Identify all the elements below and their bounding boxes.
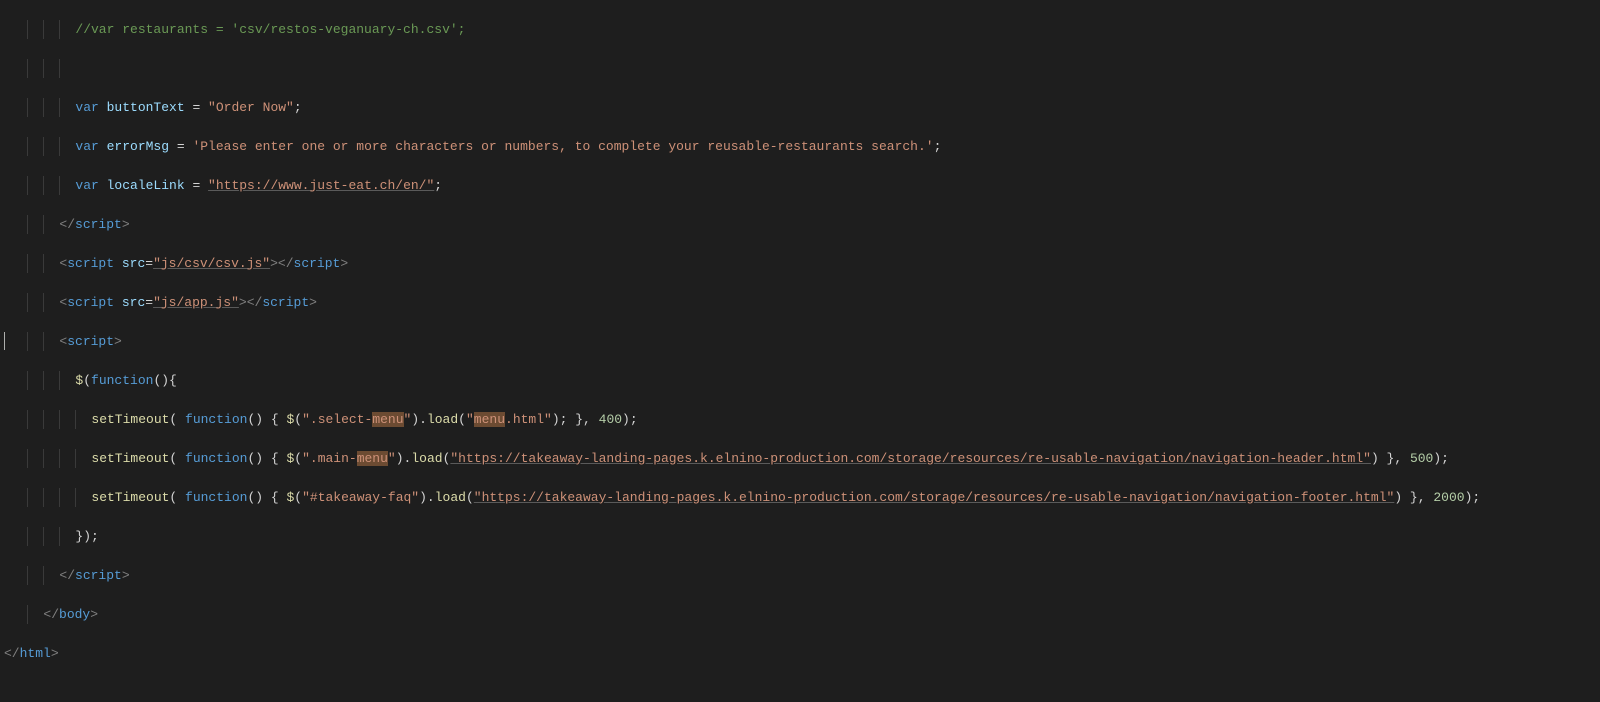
code-line: <script src="js/csv/csv.js"></script>	[4, 254, 1600, 274]
code-line: $(function(){	[4, 371, 1600, 391]
code-line: </script>	[4, 566, 1600, 586]
code-line	[4, 59, 1600, 79]
search-highlight: menu	[372, 412, 403, 427]
search-highlight: menu	[357, 451, 388, 466]
code-line: //var restaurants = 'csv/restos-veganuar…	[4, 20, 1600, 40]
code-line: </body>	[4, 605, 1600, 625]
comment: //var restaurants = 'csv/restos-veganuar…	[75, 22, 465, 37]
code-line: setTimeout( function() { $(".main-menu")…	[4, 449, 1600, 469]
code-editor[interactable]: //var restaurants = 'csv/restos-veganuar…	[0, 0, 1600, 640]
code-line: });	[4, 527, 1600, 547]
code-line: var buttonText = "Order Now";	[4, 98, 1600, 118]
code-line: <script>	[4, 332, 1600, 352]
code-line: </html>	[4, 644, 1600, 664]
search-highlight: menu	[474, 412, 505, 427]
code-line: </script>	[4, 215, 1600, 235]
code-line: var localeLink = "https://www.just-eat.c…	[4, 176, 1600, 196]
text-cursor	[4, 332, 5, 350]
code-line: setTimeout( function() { $(".select-menu…	[4, 410, 1600, 430]
code-line: setTimeout( function() { $("#takeaway-fa…	[4, 488, 1600, 508]
code-line: <script src="js/app.js"></script>	[4, 293, 1600, 313]
code-line: var errorMsg = 'Please enter one or more…	[4, 137, 1600, 157]
